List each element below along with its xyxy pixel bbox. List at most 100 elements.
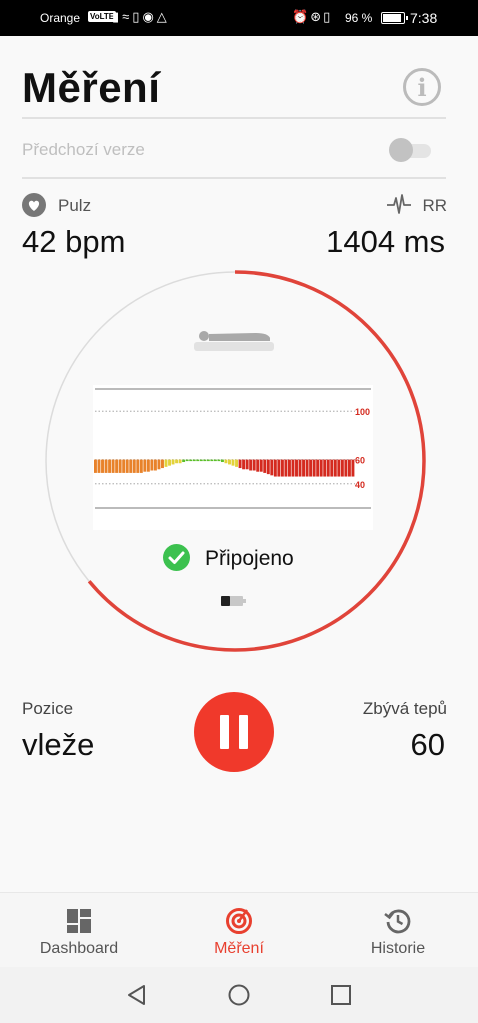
chart-bar bbox=[171, 459, 175, 465]
wifi-icon: ≈ bbox=[122, 9, 133, 24]
status-bar: Orange VoLTE ▮≈▯◉△ ⏰⊛▯ 96 % 7:38 bbox=[0, 0, 478, 36]
chart-bar bbox=[108, 459, 112, 473]
status-right-icons: ⏰⊛▯ bbox=[292, 9, 332, 25]
page-title: Měření bbox=[22, 64, 161, 111]
chart-bar bbox=[319, 459, 323, 477]
previous-version-toggle[interactable] bbox=[389, 138, 431, 162]
nav-item-measurement[interactable]: Měření bbox=[174, 893, 304, 968]
info-icon[interactable]: i bbox=[403, 68, 441, 106]
device-battery-icon bbox=[221, 596, 246, 606]
chart-bar bbox=[196, 459, 200, 462]
chart-bar bbox=[323, 459, 327, 477]
chart-bar bbox=[125, 459, 129, 473]
clock: 7:38 bbox=[410, 10, 438, 26]
chart-bar bbox=[104, 459, 108, 473]
bluetooth-icon: ⊛ bbox=[310, 9, 324, 24]
heart-rate-chart-svg: 100 60 40 bbox=[94, 388, 371, 509]
chart-bar bbox=[111, 459, 115, 473]
chart-bar bbox=[189, 459, 193, 462]
divider bbox=[22, 177, 446, 179]
chart-bar bbox=[249, 459, 253, 471]
previous-version-label: Předchozí verze bbox=[22, 140, 145, 159]
chart-bar bbox=[277, 459, 281, 477]
chart-bar bbox=[129, 459, 133, 473]
chart-bar bbox=[94, 459, 97, 473]
chart-bar bbox=[115, 459, 119, 473]
heart-icon bbox=[22, 193, 46, 217]
chart-bar bbox=[266, 459, 270, 475]
chart-bar bbox=[101, 459, 104, 473]
chart-bar bbox=[280, 459, 284, 477]
nav-item-dashboard[interactable]: Dashboard bbox=[14, 893, 144, 968]
battery-fill bbox=[383, 14, 402, 22]
chart-bar bbox=[242, 459, 246, 470]
position-label: Pozice bbox=[22, 699, 74, 718]
pause-bar-right bbox=[239, 715, 248, 749]
chart-bar bbox=[146, 459, 150, 472]
back-icon[interactable] bbox=[124, 982, 150, 1008]
chart-bar bbox=[312, 459, 316, 477]
chart-bar bbox=[168, 459, 171, 466]
signal-icon: ▮ bbox=[112, 9, 123, 24]
status-left-icons: ▮≈▯◉△ bbox=[112, 9, 170, 25]
nav-item-history[interactable]: Historie bbox=[333, 893, 463, 968]
chart-bar bbox=[210, 459, 214, 462]
chart-bar bbox=[132, 459, 136, 473]
check-circle-icon bbox=[163, 544, 190, 571]
chart-tick-label: 100 bbox=[355, 407, 370, 417]
chart-bar bbox=[263, 459, 267, 473]
chart-bar bbox=[273, 459, 277, 477]
chart-bar bbox=[217, 459, 221, 462]
ecg-wave-icon bbox=[387, 194, 411, 214]
chart-bar bbox=[224, 459, 228, 464]
chart-bar bbox=[305, 459, 309, 477]
chart-bar bbox=[228, 459, 231, 465]
chart-bar bbox=[316, 459, 320, 477]
nav-label-history: Historie bbox=[370, 940, 426, 957]
chart-bar bbox=[164, 459, 168, 467]
chart-bar bbox=[326, 459, 330, 477]
chart-bar bbox=[295, 459, 298, 477]
pulse-label: Pulz bbox=[58, 196, 92, 215]
chart-bar bbox=[122, 459, 126, 473]
chart-bar bbox=[337, 459, 341, 477]
chart-tick-label: 40 bbox=[355, 480, 365, 490]
alarm-icon: ⏰ bbox=[292, 9, 311, 24]
chart-bar bbox=[235, 459, 239, 467]
heart-rate-chart: 100 60 40 bbox=[93, 385, 373, 530]
chart-bar bbox=[161, 459, 164, 469]
chart-bar bbox=[192, 459, 196, 462]
chart-bar bbox=[213, 459, 217, 462]
sim-icon: ▯ bbox=[132, 9, 143, 24]
chart-bar bbox=[118, 459, 122, 473]
chart-tick-labels: 100 60 40 bbox=[355, 407, 370, 490]
recents-icon[interactable] bbox=[328, 982, 354, 1008]
chart-bar bbox=[347, 459, 351, 477]
chart-bar bbox=[330, 459, 334, 477]
home-icon[interactable] bbox=[226, 982, 252, 1008]
chart-bar bbox=[344, 459, 348, 477]
chart-bar bbox=[220, 459, 224, 463]
remaining-beats-value: 60 bbox=[410, 727, 445, 762]
nav-label-dashboard: Dashboard bbox=[39, 940, 119, 957]
chart-bar bbox=[178, 459, 182, 464]
pause-button[interactable] bbox=[194, 692, 274, 772]
chart-bar bbox=[259, 459, 263, 472]
vibrate-icon: ▯ bbox=[323, 9, 333, 24]
chart-bar bbox=[182, 459, 186, 463]
lying-person-icon bbox=[194, 331, 274, 351]
dashboard-icon bbox=[67, 909, 91, 933]
divider bbox=[22, 117, 446, 119]
chart-bar bbox=[340, 459, 344, 477]
chart-bar bbox=[157, 459, 161, 470]
chart-bar bbox=[143, 459, 147, 472]
rr-value: 1404 ms bbox=[326, 224, 445, 259]
chart-bar bbox=[136, 459, 140, 473]
measure-target-icon bbox=[226, 908, 252, 934]
chart-bar bbox=[284, 459, 288, 477]
chart-bar bbox=[302, 459, 306, 477]
chart-bar bbox=[351, 459, 355, 477]
connection-status-text: Připojeno bbox=[205, 547, 294, 570]
remaining-beats-label: Zbývá tepů bbox=[362, 699, 447, 718]
battery-icon bbox=[381, 12, 408, 24]
